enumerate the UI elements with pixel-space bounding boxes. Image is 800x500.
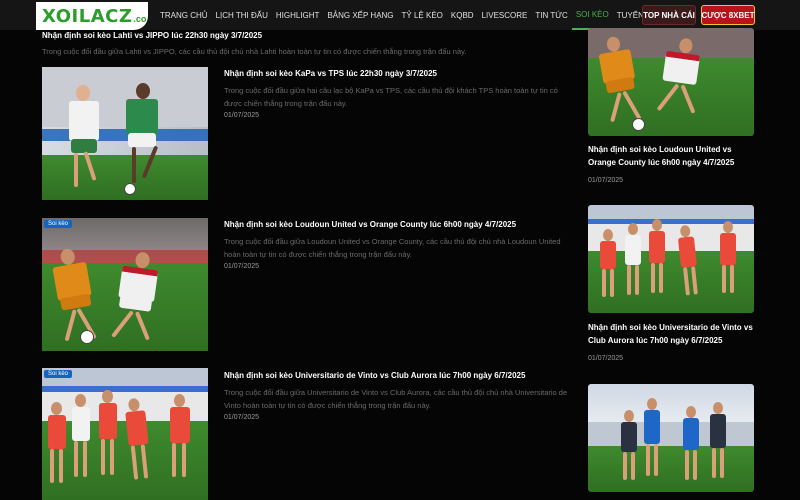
sidebar-thumbnail-loudoun[interactable] xyxy=(588,28,754,136)
nav-standings[interactable]: BẢNG XẾP HẠNG xyxy=(323,0,397,30)
nav-livescore[interactable]: LIVESCORE xyxy=(478,0,532,30)
nav-home[interactable]: TRANG CHỦ xyxy=(156,0,212,30)
article-desc-lahti: Trong cuộc đối đầu giữa Lahti vs JIPPO, … xyxy=(42,47,467,56)
nav-news[interactable]: TIN TỨC xyxy=(531,0,571,30)
site-logo[interactable]: XOILACZ .co xyxy=(36,2,148,30)
article-title-vinto[interactable]: Nhận định soi kèo Universitario de Vinto… xyxy=(224,371,525,380)
article-title-lahti[interactable]: Nhận định soi kèo Lahti vs JIPPO lúc 22h… xyxy=(42,31,262,40)
sidebar-thumbnail-vinto[interactable] xyxy=(588,205,754,313)
sidebar-date-vinto: 01/07/2025 xyxy=(588,355,624,362)
sidebar-title-vinto[interactable]: Nhận định soi kèo Universitario de Vinto… xyxy=(588,321,754,347)
sidebar-date-loudoun: 01/07/2025 xyxy=(588,177,624,184)
nav-odds[interactable]: TỶ LỆ KÈO xyxy=(398,0,447,30)
soi-keo-badge: Soi kèo xyxy=(44,220,73,228)
bet-8xbet-button[interactable]: CƯỢC 8XBET xyxy=(701,5,755,25)
article-thumbnail-loudoun[interactable]: Soi kèo xyxy=(42,218,208,351)
logo-text: XOILACZ xyxy=(42,5,133,27)
article-thumbnail-vinto[interactable]: Soi kèo xyxy=(42,368,208,500)
article-title-loudoun[interactable]: Nhận định soi kèo Loudoun United vs Oran… xyxy=(224,220,516,229)
sidebar-thumbnail-third[interactable] xyxy=(588,384,754,492)
article-thumbnail-kapa[interactable] xyxy=(42,67,208,200)
nav-soi-keo[interactable]: SOI KÈO xyxy=(571,0,613,30)
top-bookmakers-button[interactable]: TOP NHÀ CÁI xyxy=(642,5,696,25)
nav-highlight[interactable]: HIGHLIGHT xyxy=(272,0,324,30)
article-date-vinto: 01/07/2025 xyxy=(224,414,260,421)
site-header: XOILACZ .co TRANG CHỦ LỊCH THI ĐẤU HIGHL… xyxy=(0,0,800,30)
soi-keo-badge: Soi kèo xyxy=(44,370,73,378)
article-title-kapa[interactable]: Nhận định soi kèo KaPa vs TPS lúc 22h30 … xyxy=(224,69,437,78)
sidebar-title-loudoun[interactable]: Nhận định soi kèo Loudoun United vs Oran… xyxy=(588,143,754,169)
article-date-loudoun: 01/07/2025 xyxy=(224,263,260,270)
article-desc-kapa: Trong cuộc đối đầu giữa hai câu lạc bộ K… xyxy=(224,86,558,108)
article-desc-vinto: Trong cuộc đối đầu giữa Universitario de… xyxy=(224,388,568,410)
main-nav: TRANG CHỦ LỊCH THI ĐẤU HIGHLIGHT BẢNG XẾ… xyxy=(156,0,674,30)
nav-kqbd[interactable]: KQBD xyxy=(447,0,478,30)
article-date-kapa: 01/07/2025 xyxy=(224,112,260,119)
article-desc-loudoun: Trong cuộc đối đầu giữa Loudoun United v… xyxy=(224,237,561,259)
logo-suffix: .co xyxy=(133,14,147,24)
nav-schedule[interactable]: LỊCH THI ĐẤU xyxy=(212,0,272,30)
